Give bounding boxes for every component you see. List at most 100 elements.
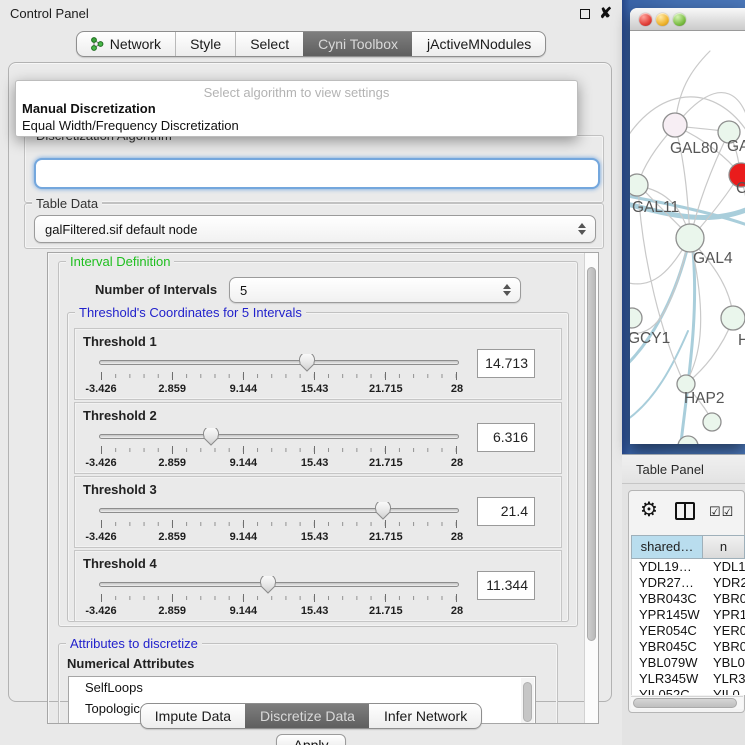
tab-network[interactable]: Network xyxy=(77,32,175,56)
table-cell: YPR1 xyxy=(704,607,745,623)
node-label: HAP2 xyxy=(684,390,725,407)
top-tab-bar: NetworkStyleSelectCyni Toolbox jActiveMNo… xyxy=(0,31,622,57)
threshold-panel: Threshold 3 -3.4262.8599.14415.4321.7152… xyxy=(74,476,562,548)
tab-cyni-toolbox[interactable]: Cyni Toolbox xyxy=(303,32,412,56)
number-of-intervals-value: 5 xyxy=(240,283,247,298)
threshold-value-box[interactable]: 11.344 xyxy=(477,571,535,600)
slider-thumb[interactable] xyxy=(203,428,219,446)
tick-label: 9.144 xyxy=(230,605,258,617)
slider-thumb[interactable] xyxy=(260,576,276,594)
split-columns-icon[interactable] xyxy=(675,502,695,520)
network-icon xyxy=(91,37,104,51)
slider-track[interactable] xyxy=(99,434,459,439)
dropdown-option-equal-width[interactable]: Equal Width/Frequency Discretization xyxy=(22,118,239,133)
table-cell: YIL052C xyxy=(632,687,704,695)
close-icon[interactable]: ✘ xyxy=(599,4,612,22)
network-node[interactable] xyxy=(630,308,642,328)
table-panel-title: Table Panel xyxy=(636,462,704,477)
table-row[interactable]: YBR043CYBR0 xyxy=(632,591,745,607)
slider-tick-labels: -3.4262.8599.14415.4321.71528 xyxy=(101,605,457,617)
column-header-name[interactable]: n xyxy=(703,535,745,559)
list-item[interactable]: SelfLoops xyxy=(69,677,535,698)
slider-track[interactable] xyxy=(99,360,459,365)
threshold-value-box[interactable]: 6.316 xyxy=(477,423,535,452)
table-row[interactable]: YBL079WYBL0 xyxy=(632,655,745,671)
tab-select[interactable]: Select xyxy=(235,32,303,56)
table-row[interactable]: YPR145WYPR1 xyxy=(632,607,745,623)
tick-label: 15.43 xyxy=(301,457,329,469)
bottom-tab-impute-data[interactable]: Impute Data xyxy=(141,704,245,728)
table-row[interactable]: YLR345WYLR3 xyxy=(632,671,745,687)
tick-label: -3.426 xyxy=(85,605,116,617)
slider-track[interactable] xyxy=(99,508,459,513)
slider-tick-labels: -3.4262.8599.14415.4321.71528 xyxy=(101,383,457,395)
network-view-window[interactable]: GAL80GACGAL11GAL4GCY1HHAP2 xyxy=(630,8,745,444)
table-row[interactable]: YBR045CYBR0 xyxy=(632,639,745,655)
network-node[interactable] xyxy=(630,174,648,196)
table-row[interactable]: YIL052CYIL0 xyxy=(632,687,745,695)
tab-jactivemnodules[interactable]: jActiveMNodules xyxy=(412,32,545,56)
threshold-value-box[interactable]: 14.713 xyxy=(477,349,535,378)
gear-icon[interactable]: ⚙ xyxy=(640,500,658,520)
threshold-slider[interactable]: -3.4262.8599.14415.4321.71528 xyxy=(99,353,459,399)
discretization-algorithm-group: Discretization Algorithm xyxy=(24,135,604,203)
node-label: GAL80 xyxy=(670,140,719,157)
threshold-slider[interactable]: -3.4262.8599.14415.4321.71528 xyxy=(99,575,459,621)
bottom-tab-bar: Impute DataDiscretize DataInfer Network xyxy=(0,703,622,729)
algorithm-select[interactable] xyxy=(34,158,600,189)
tick-label: 21.715 xyxy=(369,383,403,395)
tab-style[interactable]: Style xyxy=(175,32,235,56)
dropdown-placeholder-item[interactable]: Select algorithm to view settings xyxy=(16,85,577,100)
network-node[interactable] xyxy=(663,113,687,137)
tick-label: 15.43 xyxy=(301,531,329,543)
network-node[interactable] xyxy=(721,306,745,330)
bottom-tab-infer-network[interactable]: Infer Network xyxy=(369,704,481,728)
table-panel-header: Table Panel xyxy=(622,454,745,484)
table-row[interactable]: YDL19…YDL1 xyxy=(632,559,745,575)
control-panel: Control Panel ✘ NetworkStyleSelectCyni T… xyxy=(0,0,622,745)
tick-label: 9.144 xyxy=(230,383,258,395)
slider-tick-labels: -3.4262.8599.14415.4321.71528 xyxy=(101,457,457,469)
threshold-slider[interactable]: -3.4262.8599.14415.4321.71528 xyxy=(99,427,459,473)
network-desktop: GAL80GACGAL11GAL4GCY1HHAP2 xyxy=(622,0,745,454)
apply-button[interactable]: Apply xyxy=(276,734,346,745)
vertical-scrollbar[interactable] xyxy=(584,253,598,723)
column-header-shared-name[interactable]: shared… xyxy=(631,535,703,559)
tick-label: 21.715 xyxy=(369,531,403,543)
bottom-tab-discretize-data[interactable]: Discretize Data xyxy=(245,704,369,728)
table-cell: YBL0 xyxy=(704,655,745,671)
slider-thumb[interactable] xyxy=(375,502,391,520)
network-window-titlebar[interactable] xyxy=(630,8,745,31)
network-node[interactable] xyxy=(676,224,704,252)
network-canvas[interactable]: GAL80GACGAL11GAL4GCY1HHAP2 xyxy=(630,31,745,444)
table-row[interactable]: YDR27…YDR2 xyxy=(632,575,745,591)
tab-label: jActiveMNodules xyxy=(427,36,531,52)
slider-thumb[interactable] xyxy=(299,354,315,372)
close-traffic-light-icon[interactable] xyxy=(639,13,652,26)
table-cell: YBR0 xyxy=(704,639,745,655)
table-cell: YER0 xyxy=(704,623,745,639)
number-of-intervals-select[interactable]: 5 xyxy=(229,277,521,303)
slider-track[interactable] xyxy=(99,582,459,587)
table-data-select[interactable]: galFiltered.sif default node xyxy=(34,215,596,243)
horizontal-scrollbar[interactable] xyxy=(631,696,743,709)
tick-label: 2.859 xyxy=(158,531,186,543)
table-cell: YLR345W xyxy=(632,671,704,687)
minimize-traffic-light-icon[interactable] xyxy=(656,13,669,26)
table-data-group: Table Data galFiltered.sif default node xyxy=(24,203,604,249)
zoom-traffic-light-icon[interactable] xyxy=(673,13,686,26)
node-label: C xyxy=(736,180,745,197)
table-row[interactable]: YER054CYER0 xyxy=(632,623,745,639)
slider-ticks xyxy=(101,446,457,454)
algorithm-dropdown-popup: Select algorithm to view settings Manual… xyxy=(15,80,578,137)
table-cell: YLR3 xyxy=(704,671,745,687)
threshold-slider[interactable]: -3.4262.8599.14415.4321.71528 xyxy=(99,501,459,547)
float-icon[interactable] xyxy=(580,9,590,19)
screen: Control Panel ✘ NetworkStyleSelectCyni T… xyxy=(0,0,745,745)
select-columns-checkboxes-icon[interactable]: ☑☑ xyxy=(709,504,734,520)
network-node[interactable] xyxy=(703,413,721,431)
table-cell: YBL079W xyxy=(632,655,704,671)
dropdown-option-manual[interactable]: Manual Discretization xyxy=(22,101,156,116)
node-label: GAL11 xyxy=(632,199,679,216)
threshold-value-box[interactable]: 21.4 xyxy=(477,497,535,526)
